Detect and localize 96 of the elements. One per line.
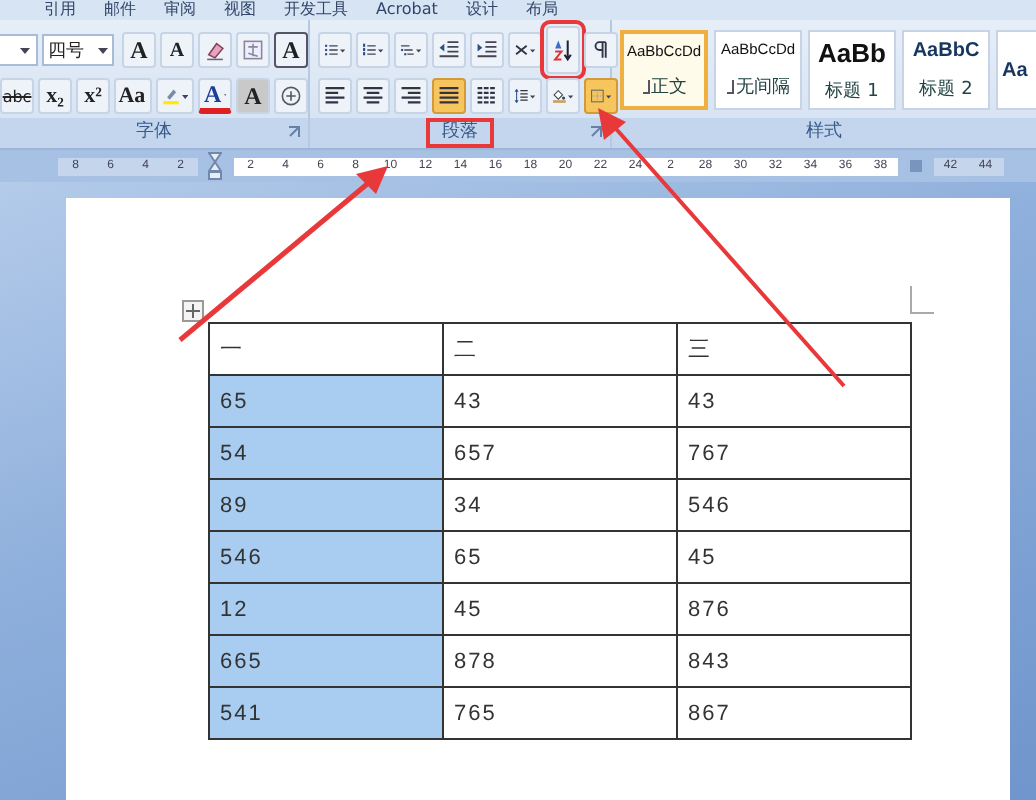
font-color-button[interactable]: A — [198, 78, 232, 114]
style-name: 无间隔 — [736, 75, 790, 100]
table-cell: 541 — [209, 687, 443, 739]
table-cell: 546 — [677, 479, 911, 531]
table-cell: 65 — [443, 531, 677, 583]
table-cell: 867 — [677, 687, 911, 739]
menu-tab[interactable]: 开发工具 — [284, 0, 348, 20]
menu-tab[interactable]: 邮件 — [104, 0, 136, 20]
font-name-field[interactable] — [0, 34, 38, 66]
character-border-button[interactable]: A — [274, 32, 308, 68]
paragraph-mark-icon — [726, 80, 734, 94]
clear-format-button[interactable] — [198, 32, 232, 68]
caret-icon — [530, 93, 536, 99]
circle-icon — [280, 82, 302, 110]
numbering-button[interactable] — [356, 32, 390, 68]
crop-mark-icon — [910, 286, 934, 314]
center-button[interactable] — [356, 78, 390, 114]
paragraph-mark-icon — [641, 79, 649, 93]
group-label: 样式 — [804, 119, 844, 146]
bullets-button[interactable] — [318, 32, 352, 68]
launcher-icon — [590, 126, 602, 138]
table-cell: 34 — [443, 479, 677, 531]
multilevel-list-button[interactable] — [394, 32, 428, 68]
table-cell: 54 — [209, 427, 443, 479]
enclose-button[interactable] — [274, 78, 308, 114]
sort-button[interactable] — [546, 26, 580, 74]
style-name: 标题 1 — [825, 79, 879, 103]
borders-button[interactable] — [584, 78, 618, 114]
group-label: 段落 — [426, 118, 494, 148]
table-cell: 657 — [443, 427, 677, 479]
menu-tab[interactable]: 布局 — [525, 0, 558, 20]
caret-icon — [416, 47, 422, 53]
grow-font-button[interactable]: A — [122, 32, 156, 68]
caret-icon — [530, 47, 536, 53]
strikethrough-button[interactable]: abc — [0, 78, 34, 114]
table-cell: 665 — [209, 635, 443, 687]
menu-tab[interactable]: 审阅 — [164, 0, 196, 20]
caret-icon — [568, 93, 574, 99]
caret-icon — [98, 47, 108, 53]
decrease-indent-button[interactable] — [432, 32, 466, 68]
justify-button[interactable] — [432, 78, 466, 114]
font-size-dropdown[interactable]: 四号 — [42, 34, 114, 66]
change-case-button[interactable]: Aa — [114, 78, 152, 114]
table-cell: 765 — [443, 687, 677, 739]
table-cell: 45 — [443, 583, 677, 635]
style-preset[interactable]: Aa — [996, 30, 1036, 110]
group-label: 字体 — [134, 119, 174, 146]
menu-tab[interactable]: Acrobat — [376, 0, 438, 20]
indent-marker-icon — [208, 152, 223, 180]
style-preview: Aa — [1002, 59, 1028, 81]
margin-marker-icon — [907, 158, 924, 174]
table-cell: 65 — [209, 375, 443, 427]
character-shading-button[interactable]: A — [236, 78, 270, 114]
align-right-button[interactable] — [394, 78, 428, 114]
style-name: 标题 2 — [919, 77, 973, 101]
caret-icon — [181, 93, 188, 99]
table-cell: 89 — [209, 479, 443, 531]
sort-icon — [552, 36, 574, 64]
table-cell: 843 — [677, 635, 911, 687]
asian-layout-button[interactable] — [508, 32, 542, 68]
table-cell: 767 — [677, 427, 911, 479]
style-preset[interactable]: AaBbC 标题 2 — [902, 30, 990, 110]
character-icon — [242, 36, 264, 64]
line-spacing-button[interactable] — [508, 78, 542, 114]
table-move-handle-icon — [182, 300, 204, 322]
style-preset[interactable]: AaBb 标题 1 — [808, 30, 896, 110]
caret-icon — [606, 93, 612, 99]
style-preview: AaBbC — [912, 39, 980, 61]
header-cell: 二 — [443, 323, 677, 375]
style-name: 正文 — [651, 75, 687, 99]
header-cell: 一 — [209, 323, 443, 375]
shading-button[interactable] — [546, 78, 580, 114]
menu-tab[interactable]: 设计 — [465, 0, 498, 20]
pilcrow-icon — [590, 36, 612, 64]
distribute-button[interactable] — [470, 78, 504, 114]
table-cell: 876 — [677, 583, 911, 635]
caret-icon — [378, 47, 384, 53]
table-cell: 12 — [209, 583, 443, 635]
phonetic-guide-button[interactable] — [236, 32, 270, 68]
highlight-button[interactable] — [155, 78, 194, 114]
subscript-button[interactable]: x₂ — [38, 78, 72, 114]
show-marks-button[interactable] — [584, 32, 618, 68]
launcher-icon — [288, 126, 300, 138]
superscript-button[interactable]: x² — [76, 78, 110, 114]
table-cell: 45 — [677, 531, 911, 583]
style-preview: AaBb — [818, 37, 886, 67]
caret-icon — [340, 47, 346, 53]
table-cell: 43 — [443, 375, 677, 427]
table-cell: 546 — [209, 531, 443, 583]
table-cell: 878 — [443, 635, 677, 687]
shrink-font-button[interactable]: A — [160, 32, 194, 68]
align-left-button[interactable] — [318, 78, 352, 114]
menu-tab[interactable]: 视图 — [224, 0, 256, 20]
caret-icon — [20, 47, 30, 53]
menu-tab[interactable]: 引用 — [44, 0, 76, 20]
increase-indent-button[interactable] — [470, 32, 504, 68]
